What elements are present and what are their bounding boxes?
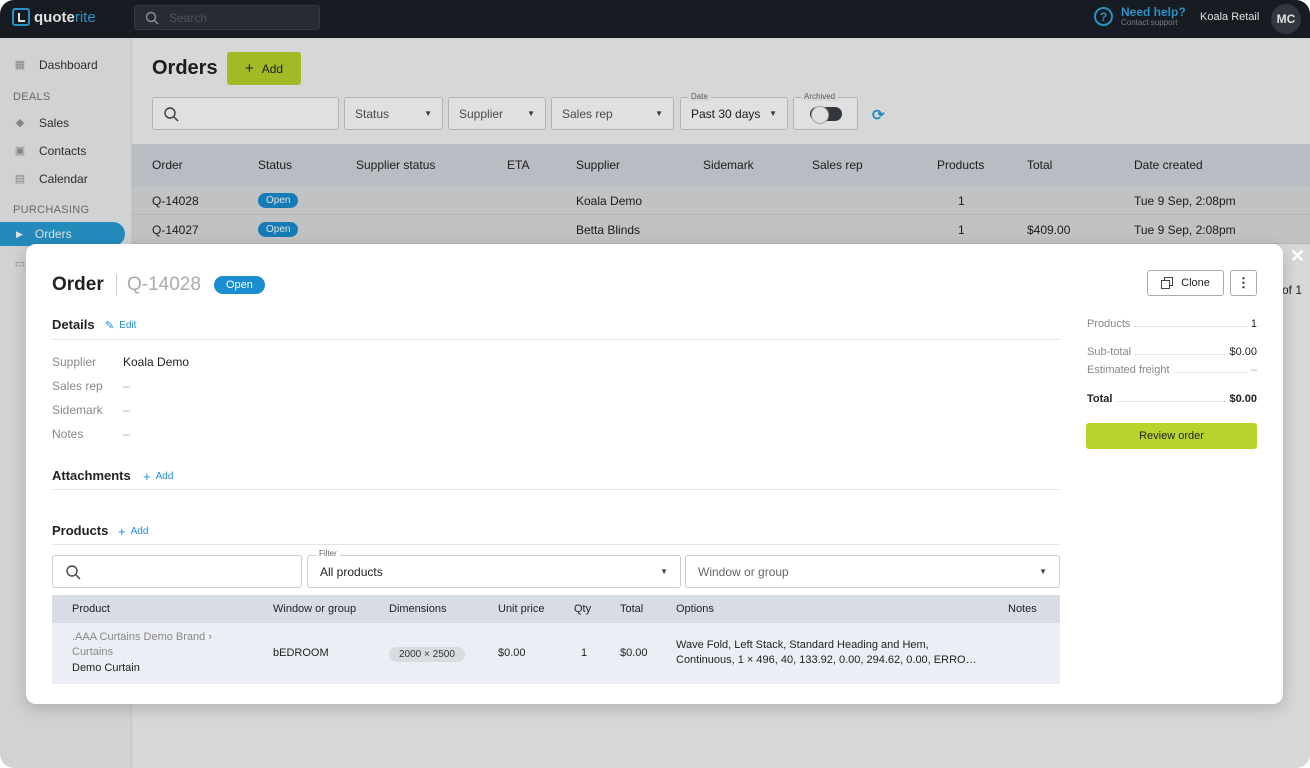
add-label: Add — [130, 526, 149, 537]
sidemark-value: – — [123, 403, 130, 417]
summary-total: Total $0.00 — [1087, 393, 1257, 405]
column-header: Notes — [1008, 603, 1037, 615]
window-group-placeholder: Window or group — [698, 564, 789, 579]
search-icon — [66, 564, 81, 579]
summary-value: $0.00 — [1229, 346, 1257, 358]
review-order-button[interactable]: Review order — [1086, 423, 1257, 449]
product-search-input[interactable] — [52, 555, 302, 588]
kebab-icon: ⋮ — [1237, 275, 1250, 290]
column-header: Qty — [574, 603, 592, 615]
divider — [52, 339, 1060, 340]
esc-hint: esc — [1288, 270, 1304, 281]
summary-value: $0.00 — [1229, 393, 1257, 405]
column-header: Product — [72, 603, 110, 615]
summary-products: Products 1 — [1087, 318, 1257, 330]
product-path: .AAA Curtains Demo Brand › — [72, 631, 213, 643]
table-row[interactable]: .AAA Curtains Demo Brand › Curtains Demo… — [52, 623, 1060, 684]
clone-label: Clone — [1181, 277, 1210, 289]
product-filter-select[interactable]: All products ▼ — [307, 555, 681, 588]
summary-value: – — [1250, 364, 1257, 376]
edit-label: Edit — [119, 320, 137, 331]
sales-rep-label: Sales rep — [52, 379, 103, 393]
edit-details-link[interactable]: ✎ Edit — [105, 319, 136, 332]
modal-title: Order — [52, 274, 104, 295]
total-cell: $0.00 — [620, 647, 648, 659]
summary-label: Estimated freight — [1087, 364, 1170, 376]
summary-value: 1 — [1250, 318, 1257, 330]
order-modal: Order Q-14028 Open Clone ⋮ Details ✎ Edi… — [26, 244, 1283, 704]
chevron-down-icon: ▼ — [660, 567, 668, 576]
app-window: quote rite Search ? Need help? Contact su… — [0, 0, 1310, 768]
pager-text: of 1 — [1282, 283, 1303, 297]
more-options-button[interactable]: ⋮ — [1230, 270, 1257, 296]
close-icon[interactable]: ✕ — [1290, 246, 1305, 267]
product-filter-label: Filter — [316, 549, 340, 558]
column-header: Total — [620, 603, 644, 615]
summary-label: Products — [1087, 318, 1131, 330]
order-id: Q-14028 — [127, 274, 201, 295]
dimensions-badge: 2000 × 2500 — [389, 647, 465, 662]
column-header: Dimensions — [389, 603, 447, 615]
options-line-1: Wave Fold, Left Stack, Standard Heading … — [676, 639, 929, 651]
column-header: Window or group — [273, 603, 357, 615]
sidemark-label: Sidemark — [52, 403, 103, 417]
divider — [52, 544, 1060, 545]
summary-label: Sub-total — [1087, 346, 1132, 358]
add-product-link[interactable]: + Add — [118, 524, 148, 539]
supplier-value: Koala Demo — [123, 355, 190, 369]
clone-icon — [1161, 277, 1174, 289]
supplier-label: Supplier — [52, 355, 97, 369]
products-heading: Products — [52, 523, 109, 538]
sales-rep-value: – — [123, 379, 130, 393]
chevron-down-icon: ▼ — [1039, 567, 1047, 576]
products-table-header: Product Window or group Dimensions Unit … — [52, 595, 1060, 623]
window-group-select[interactable]: Window or group ▼ — [685, 555, 1060, 588]
product-name: Demo Curtain — [72, 662, 140, 674]
status-badge: Open — [214, 276, 265, 294]
pencil-icon: ✎ — [105, 320, 115, 332]
notes-value: – — [123, 427, 130, 441]
unit-price-cell: $0.00 — [498, 647, 526, 659]
qty-cell: 1 — [581, 647, 588, 659]
title-divider — [116, 274, 117, 296]
plus-icon: + — [143, 469, 151, 484]
divider — [52, 489, 1060, 490]
clone-button[interactable]: Clone — [1147, 270, 1224, 296]
column-header: Options — [676, 603, 714, 615]
product-filter-value: All products — [320, 564, 383, 579]
options-line-2: Continuous, 1 × 496, 40, 133.92, 0.00, 2… — [676, 654, 977, 666]
summary-subtotal: Sub-total $0.00 — [1087, 346, 1257, 358]
add-attachment-link[interactable]: + Add — [143, 469, 173, 484]
attachments-heading: Attachments — [52, 468, 131, 483]
plus-icon: + — [118, 524, 126, 539]
notes-label: Notes — [52, 427, 84, 441]
summary-label: Total — [1087, 393, 1113, 405]
column-header: Unit price — [498, 603, 545, 615]
details-heading: Details — [52, 317, 95, 332]
summary-freight: Estimated freight – — [1087, 364, 1257, 376]
product-category: Curtains — [72, 646, 113, 658]
window-cell: bEDROOM — [273, 647, 329, 659]
add-label: Add — [155, 471, 174, 482]
